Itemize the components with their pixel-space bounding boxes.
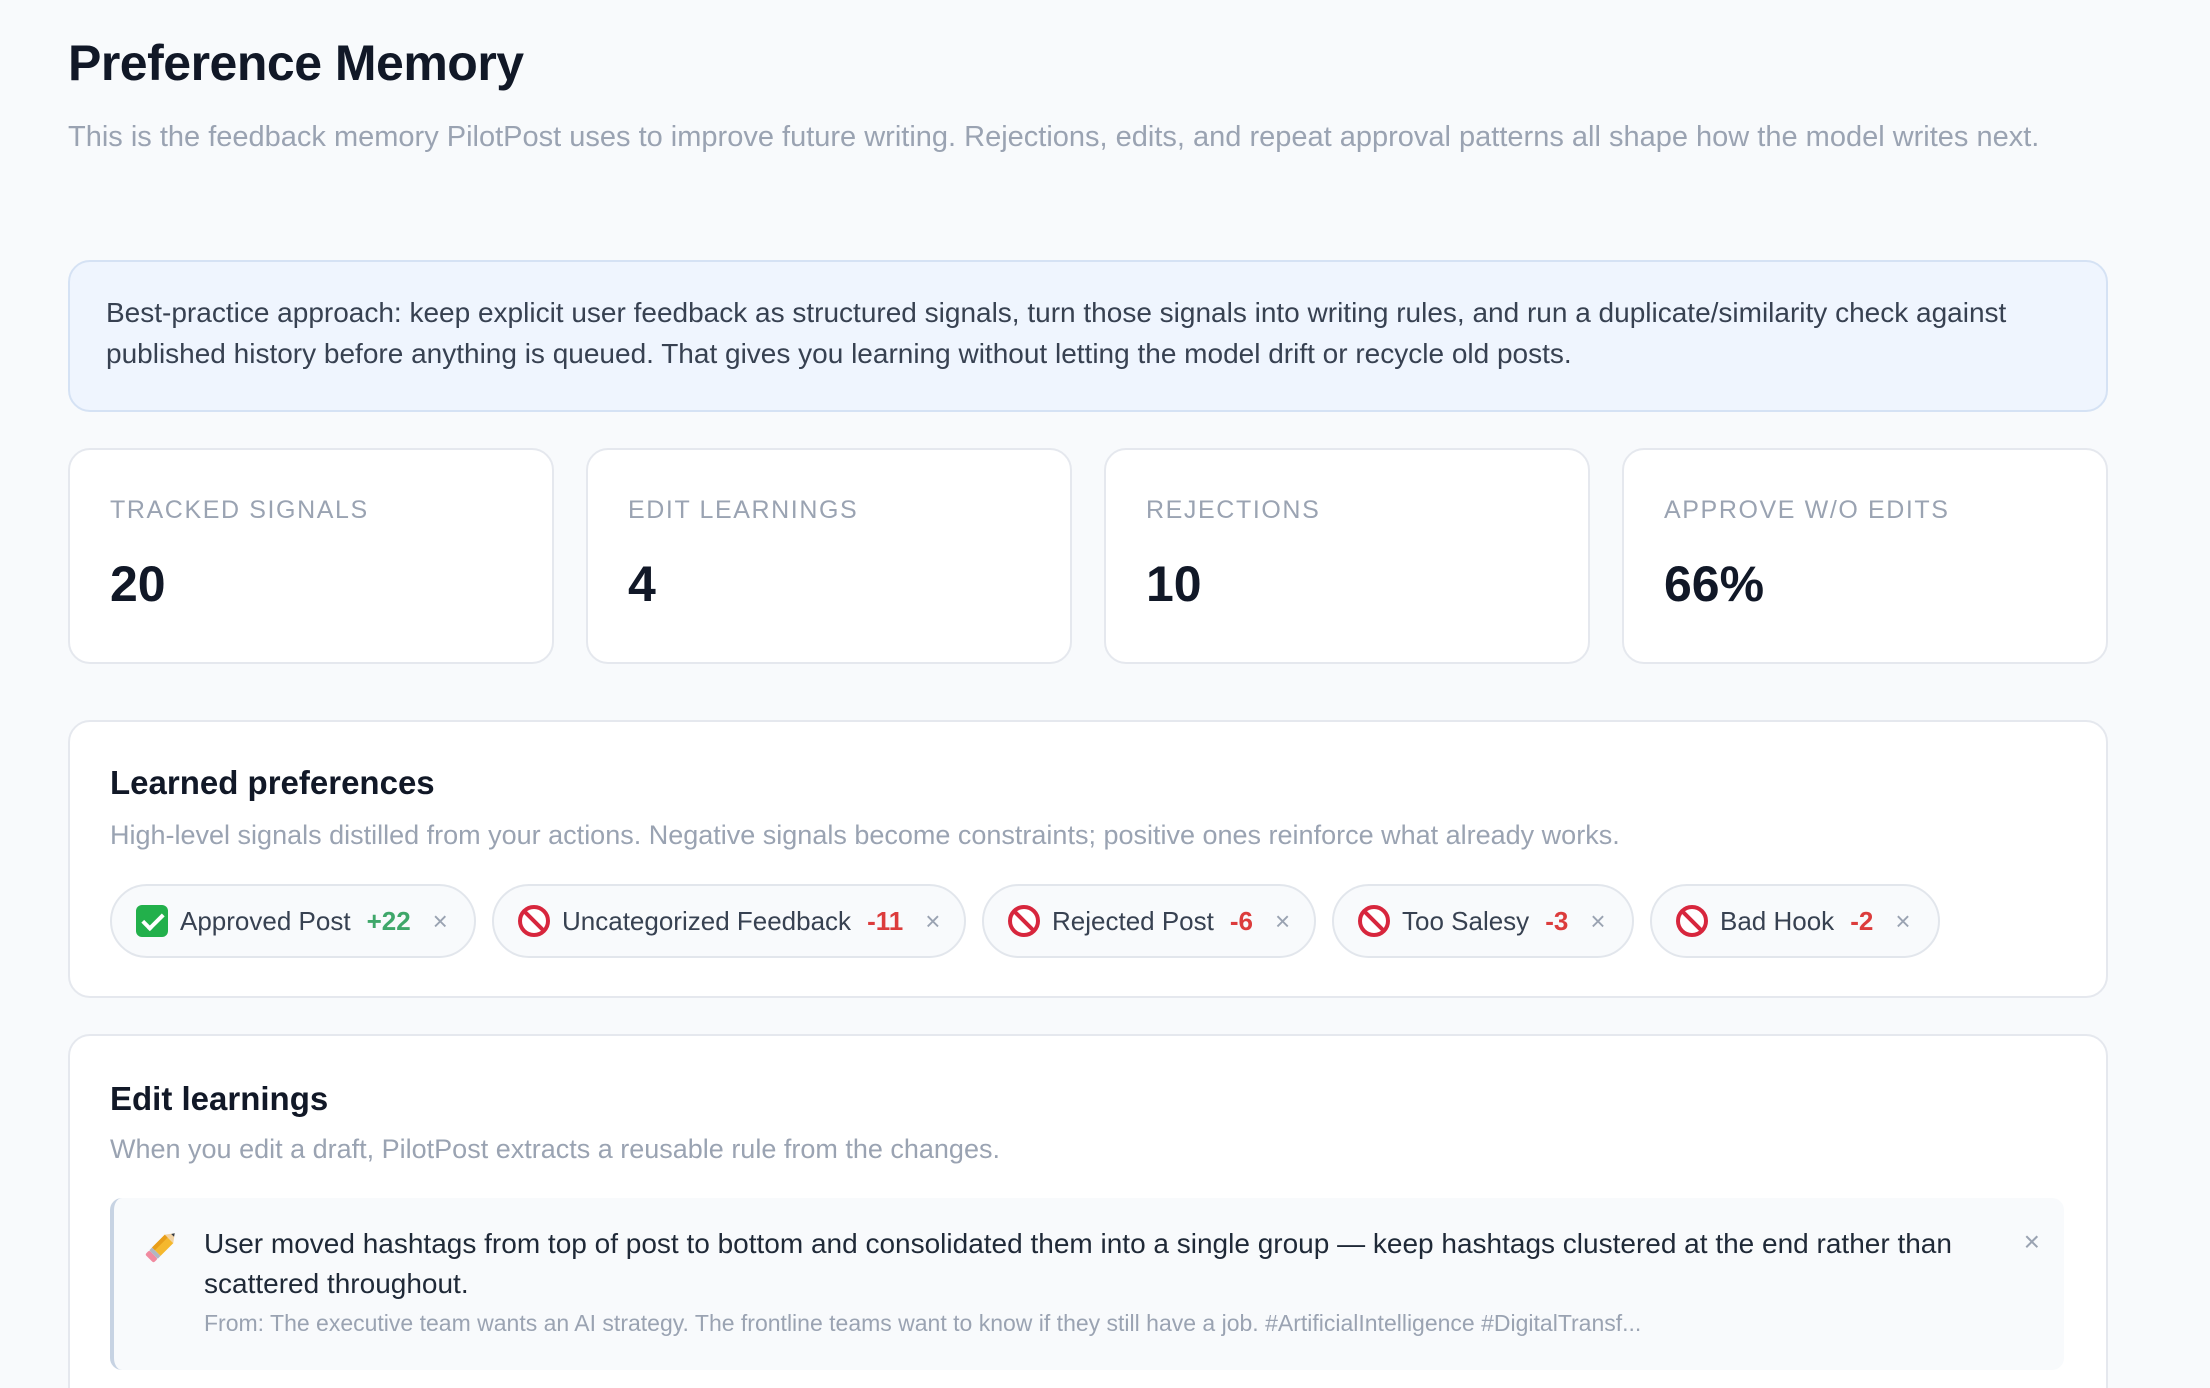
remove-preference-button[interactable]: × xyxy=(433,906,448,937)
pill-score: -3 xyxy=(1545,905,1569,936)
prohibited-emoji-icon xyxy=(1676,905,1708,937)
check-mark-emoji-icon xyxy=(136,905,168,937)
preference-pill-too-salesy: Too Salesy -3 × xyxy=(1332,884,1634,958)
stat-value: 4 xyxy=(628,556,656,612)
edit-learning-item: User moved hashtags from top of post to … xyxy=(110,1198,2064,1370)
prohibited-emoji-icon xyxy=(1358,905,1390,937)
stat-value: 66% xyxy=(1664,556,1765,612)
preference-pill-rejected-post: Rejected Post -6 × xyxy=(982,884,1316,958)
pill-score: +22 xyxy=(366,905,411,936)
preference-pill-bad-hook: Bad Hook -2 × xyxy=(1650,884,1940,958)
pill-label: Approved Post xyxy=(180,905,351,936)
prohibited-emoji-icon xyxy=(1008,905,1040,937)
remove-preference-button[interactable]: × xyxy=(1895,906,1910,937)
preference-pill-uncategorized-feedback: Uncategorized Feedback -11 × xyxy=(492,884,966,958)
stat-label: EDIT LEARNINGS xyxy=(628,496,859,524)
pencil-emoji-icon xyxy=(145,1233,175,1263)
pill-label: Bad Hook xyxy=(1720,905,1835,936)
pill-score: -2 xyxy=(1850,905,1874,936)
prohibited-emoji-icon xyxy=(518,905,550,937)
page-title: Preference Memory xyxy=(68,35,524,91)
stat-card-tracked-signals: TRACKED SIGNALS 20 xyxy=(68,448,554,664)
stats-row: TRACKED SIGNALS 20 EDIT LEARNINGS 4 REJE… xyxy=(68,448,2108,664)
stat-card-edit-learnings: EDIT LEARNINGS 4 xyxy=(586,448,1072,664)
remove-preference-button[interactable]: × xyxy=(1590,906,1605,937)
stat-label: TRACKED SIGNALS xyxy=(110,496,369,524)
section-description: When you edit a draft, PilotPost extract… xyxy=(110,1134,1000,1164)
pill-score: -6 xyxy=(1229,905,1253,936)
stat-value: 10 xyxy=(1146,556,1202,612)
pill-label: Rejected Post xyxy=(1052,905,1214,936)
section-title: Edit learnings xyxy=(110,1080,329,1117)
stat-label: REJECTIONS xyxy=(1146,496,1321,524)
section-description: High-level signals distilled from your a… xyxy=(110,820,1620,850)
pill-label: Too Salesy xyxy=(1402,905,1530,936)
section-title: Learned preferences xyxy=(110,764,435,801)
edit-learning-rule: User moved hashtags from top of post to … xyxy=(204,1228,1952,1299)
remove-preference-button[interactable]: × xyxy=(1275,906,1290,937)
page-subtitle: This is the feedback memory PilotPost us… xyxy=(68,121,2040,153)
learned-preferences-card: Learned preferences High-level signals d… xyxy=(68,720,2108,998)
stat-card-approve-without-edits: APPROVE W/O EDITS 66% xyxy=(1622,448,2108,664)
preference-pill-approved-post: Approved Post +22 × xyxy=(110,884,476,958)
pill-score: -11 xyxy=(867,905,904,936)
remove-edit-learning-button[interactable]: × xyxy=(2024,1226,2040,1258)
stat-label: APPROVE W/O EDITS xyxy=(1664,496,1950,524)
edit-learnings-card: Edit learnings When you edit a draft, Pi… xyxy=(68,1034,2108,1388)
best-practice-callout: Best-practice approach: keep explicit us… xyxy=(68,260,2108,412)
remove-preference-button[interactable]: × xyxy=(925,906,940,937)
pill-label: Uncategorized Feedback xyxy=(562,905,852,936)
stat-value: 20 xyxy=(110,556,166,612)
edit-learning-source: From: The executive team wants an AI str… xyxy=(204,1310,1642,1336)
stat-card-rejections: REJECTIONS 10 xyxy=(1104,448,1590,664)
